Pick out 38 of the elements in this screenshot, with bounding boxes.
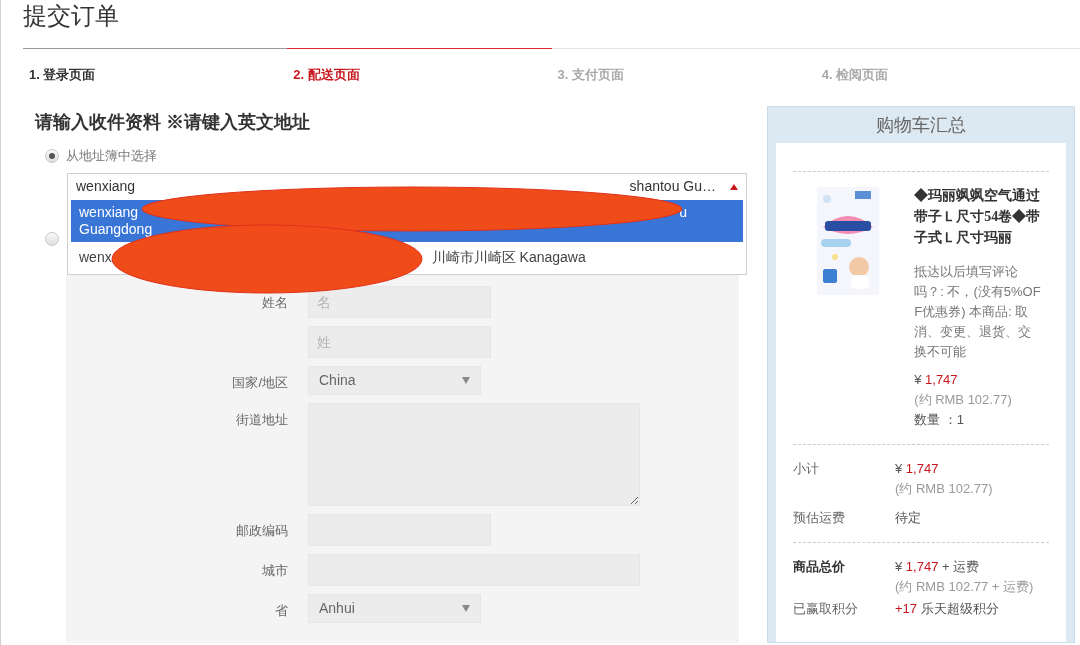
summary-label: 小计	[793, 460, 820, 478]
radio-button[interactable]	[45, 231, 59, 246]
radio-button[interactable]	[45, 148, 59, 163]
step-label: 3. 支付页面	[557, 67, 624, 82]
field-label: 姓名	[262, 293, 288, 312]
price-text: ¥ 1,747	[895, 460, 940, 478]
caret-up-icon	[730, 183, 738, 190]
field-label: 邮政编码	[236, 521, 288, 540]
step-label: 2. 配送页面	[293, 67, 360, 82]
text-area[interactable]	[308, 402, 640, 506]
price-text: ¥ 1,747	[914, 371, 959, 389]
price-text: ¥ 1,747 + 运费	[895, 558, 981, 576]
step-label: 1. 登录页面	[29, 67, 96, 82]
field-label: 国家/地区	[232, 373, 288, 392]
dropdown-caret-icon	[462, 604, 470, 612]
radio-label: 从地址簿中选择	[66, 147, 157, 165]
product-note: 抵达以后填写评论吗？: 不，(没有5%OFF优惠券) 本商品: 取消、变更、退货、交换不可能	[914, 263, 1042, 361]
approx-price-text: (约 RMB 102.77)	[914, 391, 1013, 409]
dropdown-caret-icon	[462, 376, 470, 384]
points-text: +17 乐天超级积分	[895, 600, 999, 618]
section-heading: 请输入收件资料 ※请键入英文地址	[35, 111, 311, 134]
cart-title: 购物车汇总	[876, 113, 966, 137]
approx-price-text: (约 RMB 102.77)	[895, 480, 993, 498]
product-name: ◆玛丽飒飒空气通过带子Ｌ尺寸54卷◆带子式Ｌ尺寸玛丽	[914, 187, 1042, 247]
summary-label: 预估运费	[793, 509, 846, 527]
select-field[interactable]: China	[308, 365, 481, 395]
quantity-text: 数量 ：1	[914, 411, 966, 429]
summary-label: 商品总价	[793, 558, 846, 576]
dropdown-option[interactable]: wenx 川崎市川崎区 Kanagawa	[71, 241, 743, 273]
field-label: 街道地址	[236, 410, 288, 429]
select-field[interactable]: Anhui	[308, 593, 481, 623]
approx-price-text: (约 RMB 102.77 + 运费)	[895, 578, 1034, 596]
field-label: 省	[275, 601, 288, 620]
step-label: 4. 检阅页面	[821, 67, 889, 82]
summary-label: 已赢取积分	[793, 600, 859, 618]
page-title: 提交订单	[23, 2, 120, 31]
field-label: 城市	[262, 561, 288, 580]
value-text: 待定	[895, 509, 921, 527]
